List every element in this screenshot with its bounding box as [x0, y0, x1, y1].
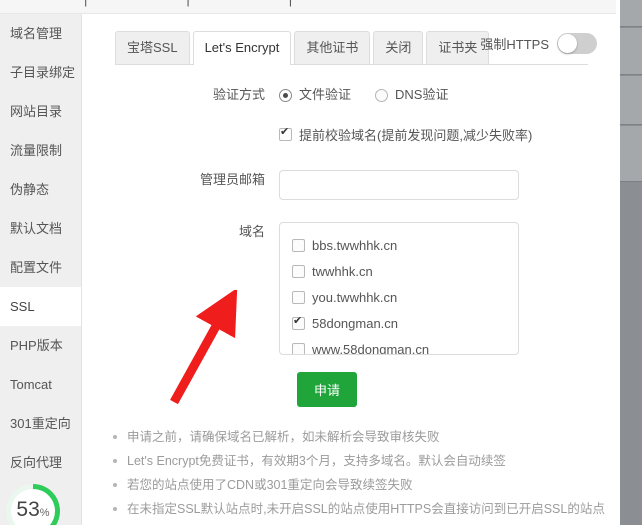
verify-method-controls: 文件验证 DNS验证 提前校验域名(提前发现问题,减少失败率)	[279, 85, 620, 144]
ssl-tabbar: 宝塔SSL Let's Encrypt 其他证书 关闭 证书夹 强制HTTPS	[115, 31, 597, 65]
domain-checkbox-icon	[292, 342, 305, 354]
radio-file-verify-icon	[279, 88, 292, 102]
verify-method-label: 验证方式	[212, 87, 265, 102]
sidebar-item-site-directory[interactable]: 网站目录	[0, 92, 81, 131]
admin-email-row: 管理员邮箱	[83, 170, 620, 200]
sidebar-item-tomcat[interactable]: Tomcat	[0, 365, 81, 404]
domain-list-control: bbs.twwhhk.cn twwhhk.cn you.twwhhk.cn ✔ …	[279, 222, 620, 355]
domain-name: www.58dongman.cn	[312, 341, 430, 355]
sidebar-item-subdirectory-binding[interactable]: 子目录绑定	[0, 53, 81, 92]
radio-option-dns-verify[interactable]: DNS验证	[375, 85, 448, 105]
domain-checkbox-icon	[292, 315, 305, 330]
sidebar-item-301-redirect[interactable]: 301重定向	[0, 404, 81, 443]
tab-bt-ssl[interactable]: 宝塔SSL	[115, 31, 190, 64]
radio-file-verify-label: 文件验证	[299, 87, 352, 102]
top-cutoff-ghost-text: | | |	[0, 0, 620, 8]
tab-close[interactable]: 关闭	[373, 31, 424, 64]
progress-badge-inner: 53%	[11, 489, 55, 525]
domain-name: you.twwhhk.cn	[312, 289, 398, 305]
tab-other-cert[interactable]: 其他证书	[294, 31, 371, 64]
sidebar-item-traffic-limit[interactable]: 流量限制	[0, 131, 81, 170]
domain-item-58dongman-cn[interactable]: 58dongman.cn	[292, 310, 518, 336]
domain-checkbox-icon	[292, 290, 305, 304]
force-https-toggle[interactable]	[557, 33, 597, 54]
lets-encrypt-form: 验证方式 文件验证 DNS验证 提前校验域名(	[83, 85, 620, 521]
domain-name: bbs.twwhhk.cn	[312, 237, 398, 253]
domain-name: 58dongman.cn	[312, 315, 399, 331]
admin-email-control	[279, 170, 620, 200]
domain-name: twwhhk.cn	[312, 263, 373, 279]
sidebar-item-default-document[interactable]: 默认文档	[0, 209, 81, 248]
domain-checkbox-icon	[292, 264, 305, 278]
top-cutoff-strip: | | |	[0, 0, 620, 14]
right-strip-segment	[620, 76, 642, 125]
right-page-background-strip	[620, 0, 642, 525]
progress-unit: %	[39, 507, 50, 519]
domain-list-label: 域名	[238, 224, 265, 239]
pre-verify-label: 提前校验域名(提前发现问题,减少失败率)	[299, 128, 533, 143]
domain-item-you-twwhhk-cn[interactable]: you.twwhhk.cn	[292, 284, 518, 310]
pre-verify-checkbox-icon	[279, 126, 292, 141]
force-https-control: 强制HTTPS	[480, 33, 597, 54]
right-strip-segment	[620, 28, 642, 75]
domain-list-row: 域名 bbs.twwhhk.cn twwhhk.cn you.twwhhk.cn…	[83, 222, 620, 355]
progress-value: 53	[16, 498, 40, 521]
radio-dns-verify-icon	[375, 88, 389, 102]
radio-option-file-verify[interactable]: 文件验证	[279, 85, 351, 105]
toggle-knob	[558, 34, 577, 53]
force-https-label: 强制HTTPS	[480, 37, 549, 52]
ssl-settings-screen: | | | 域名管理 子目录绑定 网站目录 流量限制 伪静态 默认文档 配置文件…	[0, 0, 642, 525]
domain-item-www-58dongman-cn[interactable]: www.58dongman.cn	[292, 336, 518, 355]
sidebar-item-php-version[interactable]: PHP版本	[0, 326, 81, 365]
radio-dns-verify-label: DNS验证	[395, 87, 449, 102]
sidebar-item-config-file[interactable]: 配置文件	[0, 248, 81, 287]
domain-item-twwhhk-cn[interactable]: twwhhk.cn	[292, 258, 518, 284]
domain-list-box: bbs.twwhhk.cn twwhhk.cn you.twwhhk.cn ✔ …	[279, 222, 519, 355]
verify-method-row: 验证方式 文件验证 DNS验证 提前校验域名(	[83, 85, 620, 144]
sidebar: 域名管理 子目录绑定 网站目录 流量限制 伪静态 默认文档 配置文件 SSL P…	[0, 14, 82, 525]
admin-email-input[interactable]	[279, 170, 519, 200]
note-item: 申请之前，请确保域名已解析，如未解析会导致审核失败	[111, 425, 620, 449]
note-item: 在未指定SSL默认站点时,未开启SSL的站点使用HTTPS会直接访问到已开启SS…	[111, 497, 620, 521]
sidebar-item-reverse-proxy[interactable]: 反向代理	[0, 443, 81, 482]
domain-checkbox-icon	[292, 238, 305, 252]
verify-method-radio-group: 文件验证 DNS验证	[279, 85, 620, 105]
note-item: Let's Encrypt免费证书，有效期3个月，支持多域名。默认会自动续签	[111, 449, 620, 473]
admin-email-label: 管理员邮箱	[199, 172, 265, 187]
sidebar-item-domain-manage[interactable]: 域名管理	[0, 14, 81, 53]
domain-item-bbs-twwhhk-cn[interactable]: bbs.twwhhk.cn	[292, 232, 518, 258]
apply-certificate-button[interactable]: 申请	[297, 372, 358, 407]
notes-list: 申请之前，请确保域名已解析，如未解析会导致审核失败 Let's Encrypt免…	[111, 425, 620, 521]
note-item: 若您的站点使用了CDN或301重定向会导致续签失败	[111, 473, 620, 497]
main-panel: 宝塔SSL Let's Encrypt 其他证书 关闭 证书夹 强制HTTPS …	[83, 14, 620, 525]
pre-verify-checkbox-row[interactable]: 提前校验域名(提前发现问题,减少失败率)	[279, 125, 620, 144]
tab-lets-encrypt[interactable]: Let's Encrypt	[192, 31, 292, 65]
right-strip-segment	[620, 0, 642, 27]
sidebar-item-rewrite[interactable]: 伪静态	[0, 170, 81, 209]
right-strip-segment	[620, 126, 642, 182]
sidebar-item-ssl[interactable]: SSL	[0, 287, 81, 326]
